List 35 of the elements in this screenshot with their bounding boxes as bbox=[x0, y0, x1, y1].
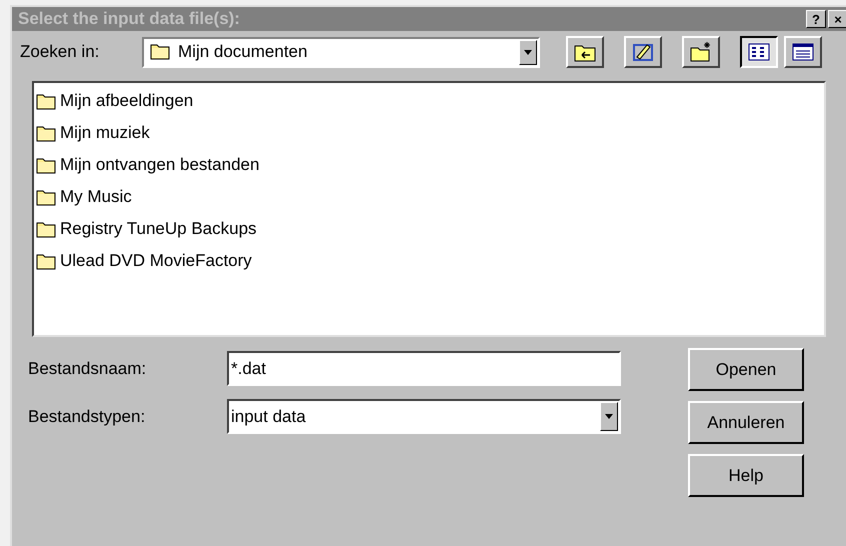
dialog-button[interactable]: Openen bbox=[688, 348, 804, 391]
edit-button[interactable] bbox=[624, 36, 662, 68]
details-button[interactable] bbox=[784, 36, 822, 68]
folder-item[interactable]: Mijn muziek bbox=[36, 117, 154, 149]
folder-icon bbox=[36, 124, 56, 142]
file-name-field[interactable]: *.dat bbox=[227, 351, 621, 386]
pencil-icon bbox=[631, 41, 655, 63]
folder-item[interactable]: Ulead DVD MovieFactory bbox=[36, 245, 256, 277]
file-type-dropdown[interactable]: input data bbox=[227, 399, 621, 434]
folder-item[interactable]: Registry TuneUp Backups bbox=[36, 213, 261, 245]
file-name-label: Bestandsnaam: bbox=[28, 358, 148, 380]
folder-icon bbox=[36, 252, 56, 270]
details-view-icon bbox=[792, 43, 814, 61]
dialog-button[interactable]: Help bbox=[688, 454, 804, 497]
folder-icon bbox=[150, 42, 172, 62]
file-type-label: Bestandstypen: bbox=[28, 406, 146, 428]
up-button[interactable] bbox=[566, 36, 604, 68]
new-folder-icon bbox=[689, 41, 713, 63]
folder-item[interactable]: Mijn afbeeldingen bbox=[36, 85, 198, 117]
close-button[interactable]: × bbox=[828, 10, 846, 28]
folder-icon bbox=[36, 92, 56, 110]
folder-item[interactable]: Mijn ontvangen bestanden bbox=[36, 149, 264, 181]
dialog-button[interactable]: Annuleren bbox=[688, 401, 804, 444]
look-in-value: Mijn documenten bbox=[178, 41, 308, 64]
folder-icon bbox=[36, 156, 56, 174]
folder-item[interactable]: My Music bbox=[36, 181, 136, 213]
folder-icon bbox=[36, 220, 56, 238]
help-button[interactable]: ? bbox=[806, 10, 826, 28]
look-in-dropdown[interactable]: Mijn documenten bbox=[142, 36, 540, 68]
folder-icon bbox=[36, 188, 56, 206]
list-button[interactable] bbox=[740, 36, 778, 68]
look-in-label: Zoeken in: bbox=[20, 41, 100, 64]
new-folder-button[interactable] bbox=[682, 36, 720, 68]
list-view-icon bbox=[748, 43, 770, 61]
window-title: Select the input data file(s): bbox=[18, 8, 241, 30]
